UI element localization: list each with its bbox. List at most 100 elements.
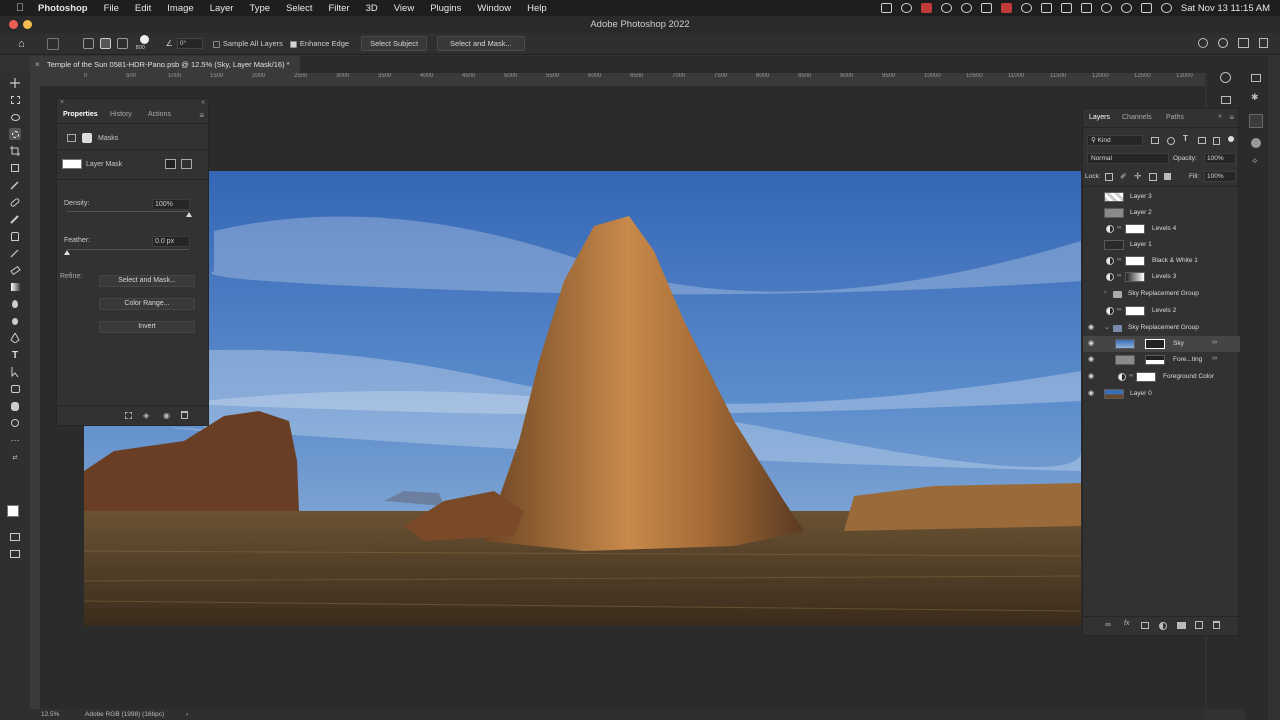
brush-size-picker[interactable]: 800 — [136, 34, 152, 53]
libraries-icon[interactable] — [1251, 74, 1261, 82]
menu-view[interactable]: View — [394, 3, 414, 14]
lock-all-icon[interactable] — [1164, 173, 1171, 180]
layer-row-selected[interactable]: ◉ Sky ∞ — [1083, 336, 1240, 352]
status-icon[interactable] — [960, 3, 972, 13]
sample-all-layers-checkbox[interactable]: Sample All Layers — [212, 39, 283, 48]
lock-artboard-icon[interactable] — [1149, 173, 1157, 181]
chevron-right-icon[interactable]: › — [1104, 289, 1106, 296]
color-range-button[interactable]: Color Range... — [99, 298, 195, 310]
control-center-icon[interactable] — [1140, 3, 1152, 13]
density-slider-thumb[interactable] — [186, 212, 192, 217]
delete-layer-icon[interactable] — [1213, 621, 1220, 629]
menu-type[interactable]: Type — [249, 3, 270, 14]
paths-icon[interactable]: ✧ — [1251, 156, 1259, 167]
shape-tool-icon[interactable] — [9, 383, 21, 395]
layer-row[interactable]: ∞ Black & White 1 — [1083, 253, 1240, 269]
layer-group-row[interactable]: ◉ ⌄ Sky Replacement Group — [1083, 320, 1240, 336]
add-selection-icon[interactable] — [99, 38, 111, 49]
collapse-panel-icon[interactable]: « — [201, 99, 205, 106]
tab-layers[interactable]: Layers — [1089, 114, 1110, 121]
eraser-tool-icon[interactable] — [9, 264, 21, 276]
chevron-down-icon[interactable]: ⌄ — [1104, 323, 1110, 331]
lock-image-icon[interactable]: ✐ — [1120, 172, 1127, 181]
layer-row[interactable]: ∞ Levels 3 — [1083, 269, 1240, 285]
tab-paths[interactable]: Paths — [1166, 114, 1184, 121]
vector-mask-icon[interactable] — [82, 133, 92, 143]
horizontal-ruler[interactable]: 0 500 1000 1500 2000 2500 3000 3500 4000… — [40, 73, 1205, 86]
status-icon[interactable] — [900, 3, 912, 13]
enhance-edge-checkbox[interactable]: Enhance Edge — [289, 39, 349, 48]
select-subject-button[interactable]: Select Subject — [361, 36, 428, 51]
status-icon[interactable] — [920, 3, 932, 13]
close-tab-icon[interactable]: × — [35, 56, 40, 73]
status-icon[interactable] — [940, 3, 952, 13]
screen-mode-icon[interactable] — [9, 548, 21, 560]
filter-kind-select[interactable]: ⚲ Kind — [1087, 135, 1143, 146]
move-tool-icon[interactable] — [9, 77, 21, 89]
layer-row[interactable]: ◉ ∞ Foreground Color — [1083, 369, 1240, 385]
feather-value[interactable]: 0.0 px — [152, 236, 190, 247]
angle-value[interactable]: 0° — [176, 38, 203, 49]
blend-mode-select[interactable]: Normal — [1087, 153, 1169, 164]
visibility-eye-icon[interactable]: ◉ — [1088, 373, 1096, 381]
new-group-icon[interactable] — [1177, 622, 1186, 629]
visibility-eye-icon[interactable]: ◉ — [1088, 324, 1096, 332]
layer-group-row[interactable]: › Sky Replacement Group — [1083, 286, 1240, 302]
quick-selection-tool-icon[interactable] — [9, 128, 21, 140]
feather-slider[interactable] — [64, 249, 189, 255]
close-button[interactable] — [9, 20, 18, 29]
status-icon[interactable] — [880, 3, 892, 13]
search-icon[interactable] — [1120, 3, 1132, 13]
new-selection-icon[interactable] — [82, 38, 94, 49]
path-selection-tool-icon[interactable] — [9, 366, 21, 378]
hand-tool-icon[interactable] — [9, 400, 21, 412]
visibility-eye-icon[interactable]: ◉ — [163, 411, 170, 420]
invert-button[interactable]: Invert — [99, 321, 195, 333]
menu-file[interactable]: File — [104, 3, 119, 14]
marquee-tool-icon[interactable] — [9, 94, 21, 106]
type-tool-icon[interactable]: T — [9, 349, 21, 361]
quick-mask-icon[interactable] — [9, 531, 21, 543]
menu-layer[interactable]: Layer — [210, 3, 234, 14]
layer-row[interactable]: ◉ Fore...ting ∞ — [1083, 352, 1240, 368]
density-slider[interactable] — [67, 211, 192, 217]
spot-healing-tool-icon[interactable] — [9, 196, 21, 208]
clone-stamp-tool-icon[interactable] — [9, 230, 21, 242]
load-selection-icon[interactable] — [125, 412, 132, 419]
feather-slider-thumb[interactable] — [64, 250, 70, 255]
visibility-eye-icon[interactable]: ◉ — [1088, 340, 1096, 348]
menu-help[interactable]: Help — [527, 3, 547, 14]
layer-row[interactable]: Layer 2 — [1083, 205, 1240, 221]
chevron-right-icon[interactable]: › — [186, 709, 188, 720]
status-icon[interactable] — [1000, 3, 1012, 13]
filter-adjustment-icon[interactable] — [1167, 137, 1175, 145]
tab-properties[interactable]: Properties — [63, 111, 98, 118]
filter-pixel-icon[interactable] — [1151, 137, 1159, 144]
status-icon[interactable] — [980, 3, 992, 13]
adjustments-icon[interactable]: ✱ — [1251, 92, 1259, 103]
gradient-tool-icon[interactable] — [9, 281, 21, 293]
menu-app[interactable]: Photoshop — [38, 3, 88, 14]
panel-icon[interactable] — [1221, 96, 1231, 104]
opacity-value[interactable]: 100% — [1204, 153, 1236, 164]
info-icon[interactable] — [1220, 72, 1231, 83]
new-layer-icon[interactable] — [1195, 621, 1203, 629]
zoom-tool-icon[interactable] — [9, 417, 21, 429]
frame-tool-icon[interactable] — [9, 162, 21, 174]
apple-icon[interactable]:  — [14, 2, 26, 14]
tab-actions[interactable]: Actions — [148, 111, 171, 118]
more-tools-icon[interactable]: ⋯ — [9, 434, 21, 446]
select-mask-icon[interactable] — [165, 159, 176, 169]
foreground-color-swatch[interactable] — [7, 505, 19, 517]
filter-shape-icon[interactable] — [1198, 137, 1206, 144]
collapse-panel-icon[interactable]: » — [1218, 113, 1222, 120]
vertical-ruler[interactable] — [30, 73, 40, 709]
lock-position-icon[interactable]: ✛ — [1134, 171, 1142, 182]
pixel-mask-icon[interactable] — [67, 134, 76, 142]
panel-menu-icon[interactable]: ≡ — [199, 111, 204, 120]
tab-channels[interactable]: Channels — [1122, 114, 1152, 121]
minimize-button[interactable] — [23, 20, 32, 29]
visibility-eye-icon[interactable]: ◉ — [1088, 390, 1096, 398]
home-icon[interactable]: ⌂ — [18, 38, 25, 50]
select-and-mask-button[interactable]: Select and Mask... — [99, 275, 195, 287]
